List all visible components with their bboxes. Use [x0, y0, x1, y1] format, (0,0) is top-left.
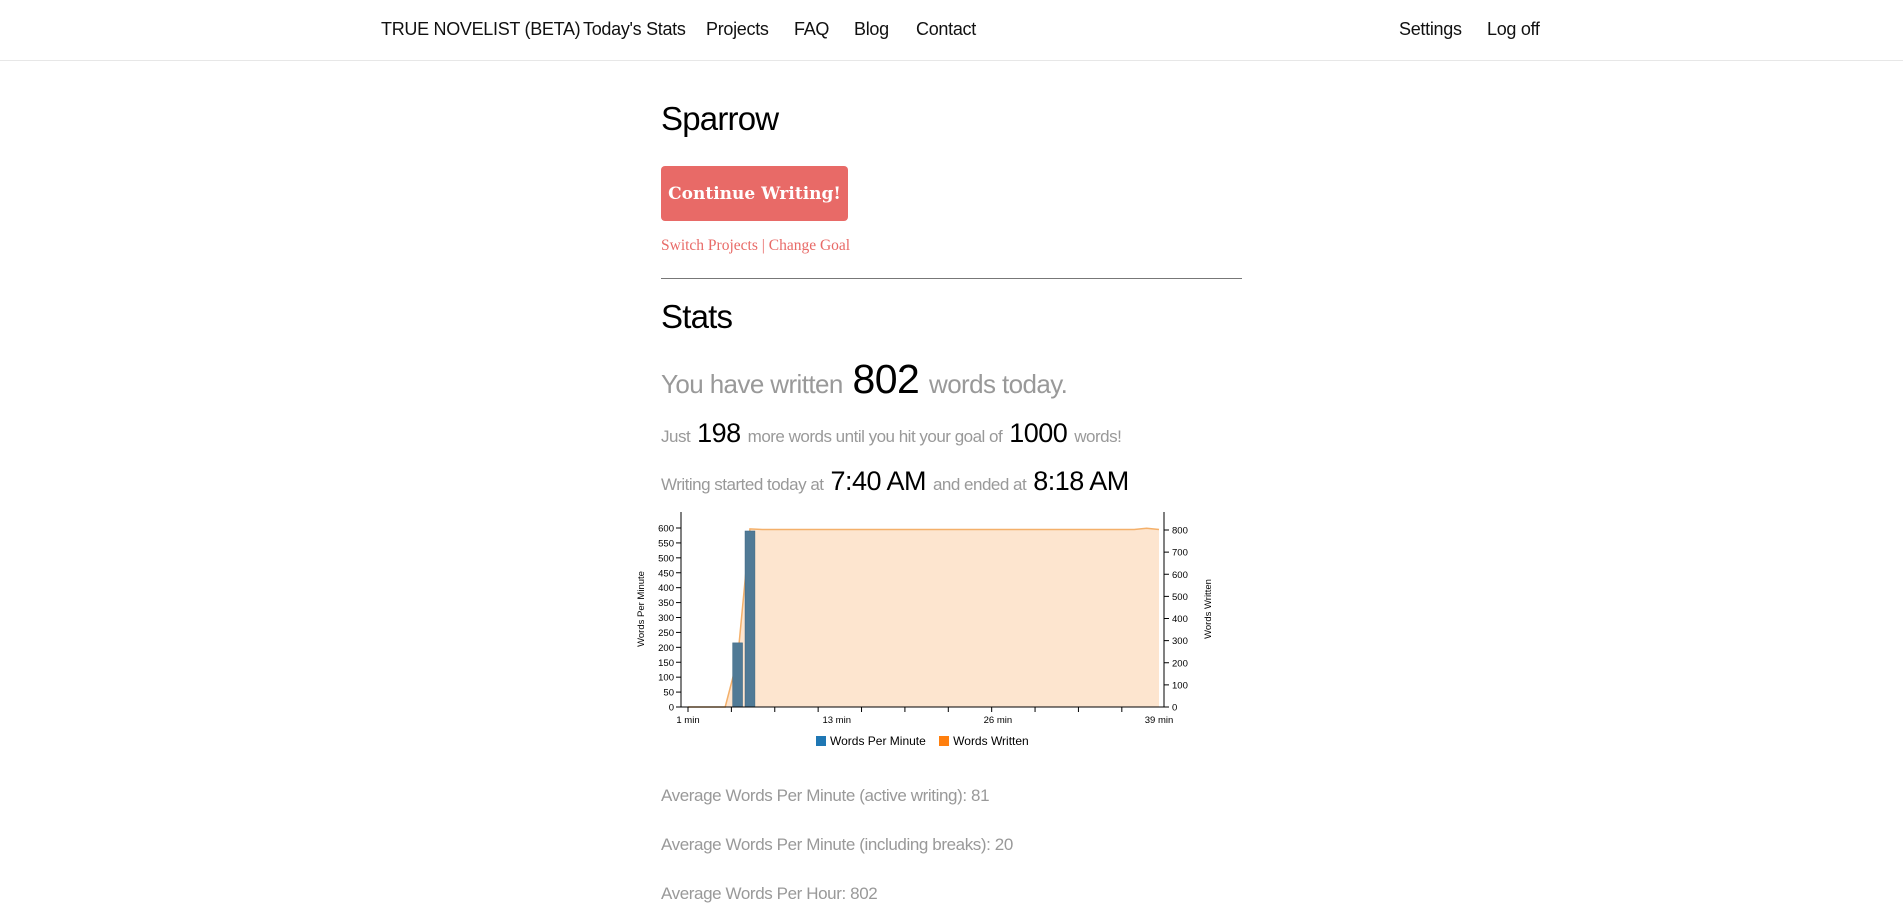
right-tick-label: 700: [1172, 548, 1188, 559]
legend-item-words-written[interactable]: Words Written: [939, 734, 1029, 748]
legend-item-wpm[interactable]: Words Per Minute: [816, 734, 929, 748]
nav-blog[interactable]: Blog: [854, 19, 889, 40]
x-tick-label: 26 min: [984, 715, 1013, 726]
link-separator: |: [761, 237, 765, 254]
right-tick-label: 100: [1172, 680, 1188, 691]
writing-chart: 0 50 100 150 200 250 300 350 400 450 500 550 600 0 100…: [636, 506, 1226, 736]
start-prefix: Writing started today at: [661, 475, 824, 494]
left-tick-label: 200: [658, 643, 674, 654]
nav-settings[interactable]: Settings: [1399, 19, 1462, 40]
left-tick-label: 0: [669, 703, 674, 714]
switch-projects-link[interactable]: Switch Projects: [661, 237, 758, 254]
wpm-bar: [732, 642, 743, 708]
words-today-prefix: You have written: [661, 369, 843, 399]
nav-projects[interactable]: Projects: [706, 19, 769, 40]
wpm-bar: [744, 530, 756, 708]
left-tick-label: 600: [658, 524, 674, 535]
x-tick-label: 13 min: [822, 715, 851, 726]
left-axis-title: Words Per Minute: [636, 571, 647, 647]
right-tick-label: 400: [1172, 614, 1188, 625]
start-time: 7:40 AM: [830, 466, 927, 496]
brand-link[interactable]: TRUE NOVELIST (BETA): [381, 19, 581, 40]
avg-wpm-breaks: Average Words Per Minute (including brea…: [661, 835, 1013, 854]
time-line: Writing started today at 7:40 AM and end…: [661, 466, 1132, 497]
nav-faq[interactable]: FAQ: [794, 19, 829, 40]
legend-label-words-written: Words Written: [953, 734, 1029, 748]
x-tick-label: 39 min: [1145, 715, 1174, 726]
left-tick-label: 150: [658, 658, 674, 669]
left-tick-label: 550: [658, 538, 674, 549]
goal-suffix: words!: [1074, 427, 1122, 446]
right-tick-label: 0: [1172, 703, 1177, 714]
continue-writing-button[interactable]: Continue Writing!: [661, 166, 848, 221]
right-tick-label: 800: [1172, 526, 1188, 537]
right-tick-label: 300: [1172, 636, 1188, 647]
nav-contact[interactable]: Contact: [916, 19, 976, 40]
goal-value: 1000: [1009, 418, 1068, 448]
left-tick-label: 450: [658, 568, 674, 579]
goal-mid: more words until you hit your goal of: [747, 427, 1003, 446]
left-tick-label: 300: [658, 613, 674, 624]
right-tick-label: 600: [1172, 570, 1188, 581]
goal-line: Just 198 more words until you hit your g…: [661, 418, 1122, 449]
right-tick-label: 200: [1172, 658, 1188, 669]
end-time: 8:18 AM: [1033, 466, 1129, 496]
legend-swatch-words-written: [939, 736, 950, 746]
left-tick-label: 400: [658, 583, 674, 594]
end-mid: and ended at: [932, 475, 1027, 494]
stats-heading: Stats: [661, 298, 733, 335]
right-tick-label: 500: [1172, 592, 1188, 603]
legend-label-wpm: Words Per Minute: [830, 734, 926, 748]
left-tick-label: 250: [658, 628, 674, 639]
left-tick-label: 100: [658, 673, 674, 684]
words-remaining: 198: [697, 418, 741, 448]
nav-todays-stats[interactable]: Today's Stats: [583, 19, 686, 40]
left-tick-label: 500: [658, 553, 674, 564]
right-axis-title: Words Written: [1203, 579, 1214, 639]
divider: [661, 278, 1242, 279]
project-links: Switch Projects | Change Goal: [661, 237, 850, 255]
nav-log-off[interactable]: Log off: [1487, 19, 1540, 40]
change-goal-link[interactable]: Change Goal: [769, 237, 850, 254]
goal-prefix: Just: [661, 427, 691, 446]
project-title: Sparrow: [661, 100, 779, 137]
chart-svg: 0 50 100 150 200 250 300 350 400 450 500 550 600 0 100…: [636, 512, 1214, 726]
words-written-area: [688, 528, 1159, 707]
top-navbar: TRUE NOVELIST (BETA) Today's Stats Proje…: [0, 0, 1903, 61]
left-tick-label: 50: [663, 688, 674, 699]
legend-swatch-wpm: [816, 736, 826, 746]
words-today-suffix: words today.: [929, 369, 1068, 399]
x-tick-label: 1 min: [676, 715, 699, 726]
avg-words-per-hour: Average Words Per Hour: 802: [661, 884, 878, 903]
left-tick-label: 350: [658, 598, 674, 609]
avg-wpm-active: Average Words Per Minute (active writing…: [661, 786, 990, 805]
words-today-count: 802: [852, 356, 920, 402]
chart-legend: Words Per Minute Words Written: [816, 734, 1039, 748]
words-today-line: You have written 802 words today.: [661, 356, 1068, 403]
